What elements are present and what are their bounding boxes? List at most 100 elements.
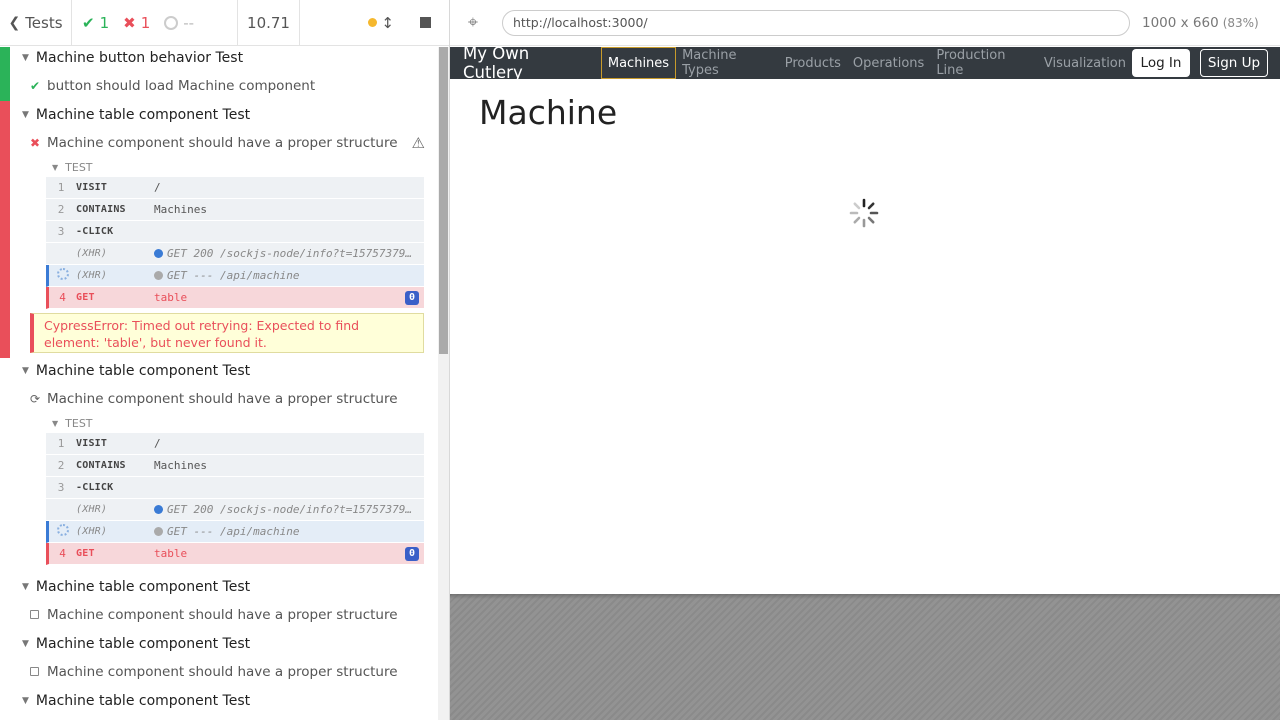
xhr-status-dot-icon — [154, 505, 163, 514]
command-message: GET --- /api/machine — [154, 525, 424, 538]
test-title-running[interactable]: ⟳ Machine component should have a proper… — [0, 386, 398, 412]
passed-count-group[interactable]: ✔ 1 — [82, 14, 109, 32]
run-duration: 10.71 — [238, 0, 300, 45]
tests-label: Tests — [25, 13, 63, 32]
crosshair-icon: ⌖ — [467, 12, 479, 33]
test-name: Machine component should have a proper s… — [47, 607, 398, 623]
refresh-icon: ⟳ — [30, 392, 41, 406]
command-number — [49, 268, 76, 283]
warning-icon[interactable]: ⚠ — [412, 134, 425, 152]
suite-title[interactable]: ▼ Machine button behavior Test — [0, 47, 243, 71]
command-row[interactable]: 1 VISIT / — [46, 177, 424, 199]
xhr-command-row[interactable]: (XHR) GET 200 /sockjs-node/info?t=157573… — [46, 243, 424, 265]
xhr-pending-command-row[interactable]: (XHR) GET --- /api/machine — [46, 521, 424, 543]
suite-title[interactable]: ▼ Machine table component Test — [0, 688, 250, 714]
spinner-icon — [56, 524, 69, 536]
suite-title[interactable]: ▼ Machine table component Test — [0, 358, 250, 384]
element-count-badge: 0 — [404, 291, 419, 305]
suite-name: Machine table component Test — [35, 579, 251, 595]
command-name: GET — [76, 292, 95, 303]
test-name: Machine component should have a proper s… — [47, 135, 398, 151]
status-dot-icon — [368, 18, 378, 27]
nav-item-machines[interactable]: Machines — [600, 47, 677, 79]
check-icon: ✔ — [82, 13, 95, 32]
pending-count-group[interactable]: -- — [164, 14, 194, 32]
error-message[interactable]: CypressError: Timed out retrying: Expect… — [30, 313, 424, 353]
passed-count: 1 — [99, 13, 110, 32]
xhr-status-dot-icon — [154, 271, 163, 280]
command-name: (XHR) — [76, 270, 108, 281]
check-icon: ✔ — [30, 79, 41, 93]
suite-title[interactable]: ▼ Machine table component Test — [0, 631, 250, 657]
hook-header[interactable]: ▼ TEST — [52, 415, 93, 431]
command-name: -CLICK — [76, 482, 114, 493]
aut-header: ⌖ http://localhost:3000/ 1000 x 660 (83%) — [450, 0, 1280, 46]
xhr-status-dot-icon — [154, 527, 163, 536]
login-button[interactable]: Log In — [1132, 49, 1191, 77]
loading-spinner-icon — [849, 198, 879, 228]
nav-item-machine-types[interactable]: Machine Types — [676, 47, 779, 79]
hook-header[interactable]: ▼ TEST — [52, 159, 93, 175]
scrollbar-thumb[interactable] — [439, 47, 448, 354]
command-list: 1 VISIT / 2 CONTAINS Machines 3 -CLICK (… — [46, 177, 424, 309]
url-bar[interactable]: http://localhost:3000/ — [502, 9, 1130, 36]
nav-item-products[interactable]: Products — [779, 47, 847, 79]
selector-playground-button[interactable]: ⌖ — [450, 0, 496, 46]
caret-down-icon: ▼ — [22, 366, 29, 376]
cross-icon: ✖ — [30, 136, 41, 150]
command-message: GET --- /api/machine — [154, 269, 424, 282]
command-message: table — [154, 291, 188, 304]
nav-item-operations[interactable]: Operations — [847, 47, 930, 79]
test-title-pending[interactable]: Machine component should have a proper s… — [0, 602, 398, 628]
failed-count-group[interactable]: ✖ 1 — [123, 14, 150, 32]
back-to-tests-button[interactable]: ❮ Tests — [0, 0, 72, 45]
command-name: VISIT — [76, 438, 108, 449]
caret-down-icon: ▼ — [52, 418, 59, 428]
command-list: 1 VISIT / 2 CONTAINS Machines 3 -CLICK (… — [46, 433, 424, 565]
xhr-message: GET 200 /sockjs-node/info?t=15757379... — [167, 503, 424, 516]
test-counts: ✔ 1 ✖ 1 -- — [72, 0, 238, 45]
viewport-info[interactable]: 1000 x 660 (83%) — [1142, 15, 1259, 31]
command-message: / — [154, 437, 161, 450]
command-number: 2 — [57, 203, 65, 216]
app-brand[interactable]: My Own Cutlery — [450, 47, 601, 82]
reporter-scrollbar[interactable] — [438, 47, 449, 720]
runnables-list: ▼ Machine button behavior Test ✔ button … — [0, 47, 438, 720]
suite-title[interactable]: ▼ Machine table component Test — [0, 574, 250, 600]
run-controls: ↕ — [300, 0, 449, 45]
element-count-badge: 0 — [404, 547, 419, 561]
app-navbar: My Own Cutlery Machines Machine Types Pr… — [450, 47, 1280, 82]
command-name: (XHR) — [76, 248, 108, 259]
command-number: 4 — [59, 547, 66, 560]
command-row[interactable]: 1 VISIT / — [46, 433, 424, 455]
caret-down-icon: ▼ — [22, 110, 29, 120]
test-name: Machine component should have a proper s… — [47, 664, 398, 680]
failed-command-row[interactable]: 4 GET table 0 — [46, 543, 424, 565]
nav-item-production-line[interactable]: Production Line — [930, 47, 1038, 79]
pending-count: -- — [183, 13, 195, 32]
command-row[interactable]: 3 -CLICK — [46, 477, 424, 499]
xhr-command-row[interactable]: (XHR) GET 200 /sockjs-node/info?t=157573… — [46, 499, 424, 521]
test-title-failed[interactable]: ✖ Machine component should have a proper… — [0, 130, 425, 156]
command-message: GET 200 /sockjs-node/info?t=15757379... — [154, 247, 424, 260]
command-message: Machines — [154, 203, 207, 216]
auto-scroll-toggle[interactable]: ↕ — [368, 14, 394, 32]
signup-button[interactable]: Sign Up — [1200, 49, 1269, 77]
nav-item-visualization[interactable]: Visualization — [1038, 47, 1132, 79]
test-title-passed[interactable]: ✔ button should load Machine component — [0, 73, 315, 99]
command-name: -CLICK — [76, 226, 114, 237]
command-row[interactable]: 3 -CLICK — [46, 221, 424, 243]
chevron-left-icon: ❮ — [8, 14, 21, 31]
command-row[interactable]: 2 CONTAINS Machines — [46, 199, 424, 221]
stop-icon[interactable] — [420, 17, 431, 28]
suite-name: Machine table component Test — [35, 107, 251, 123]
caret-down-icon: ▼ — [22, 53, 29, 63]
suite-title[interactable]: ▼ Machine table component Test — [0, 102, 250, 128]
command-row[interactable]: 2 CONTAINS Machines — [46, 455, 424, 477]
test-title-pending[interactable]: Machine component should have a proper s… — [0, 659, 398, 685]
caret-down-icon: ▼ — [52, 162, 59, 172]
failed-command-row[interactable]: 4 GET table 0 — [46, 287, 424, 309]
command-number — [49, 524, 76, 539]
caret-down-icon: ▼ — [22, 582, 29, 592]
xhr-pending-command-row[interactable]: (XHR) GET --- /api/machine — [46, 265, 424, 287]
